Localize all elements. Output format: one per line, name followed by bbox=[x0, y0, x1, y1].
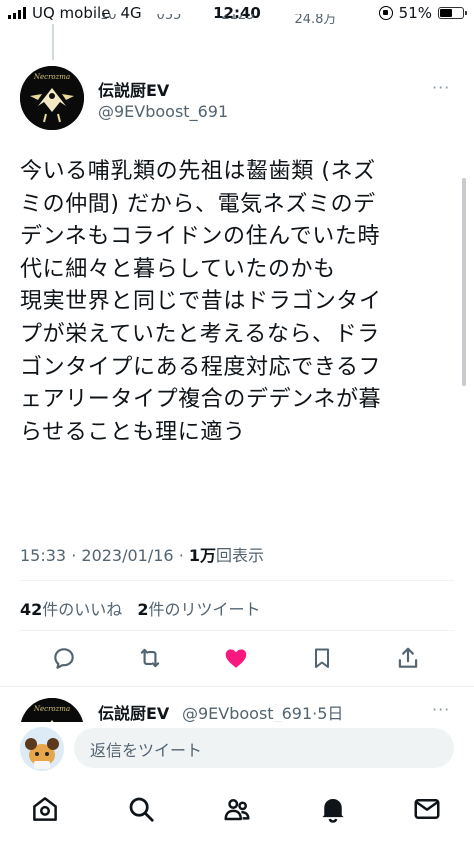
communities-tab[interactable] bbox=[222, 794, 252, 824]
divider bbox=[20, 580, 454, 581]
avatar[interactable]: Necrozma bbox=[20, 66, 84, 130]
prev-like-count: 2125 bbox=[221, 14, 255, 23]
retweets-stat[interactable]: 2件のリツイート bbox=[137, 600, 260, 619]
share-icon bbox=[398, 647, 418, 668]
tweet-date: 2023/01/16 bbox=[81, 546, 174, 565]
user-handle[interactable]: @9EVboost_691 bbox=[98, 102, 228, 121]
reply-display-name[interactable]: 伝説厨EV bbox=[98, 700, 169, 724]
previous-tweet-stats: 10 055 2125 24.8万 bbox=[100, 14, 460, 28]
view-count: 1万 bbox=[188, 546, 217, 565]
retweet-button[interactable] bbox=[132, 640, 168, 676]
tweet-metadata: 15:33 · 2023/01/16 · 1万回表示 bbox=[20, 542, 264, 566]
bookmark-icon bbox=[315, 648, 329, 668]
reply-placeholder: 返信をツイート bbox=[90, 741, 203, 760]
more-options-icon[interactable]: ··· bbox=[432, 78, 450, 97]
messages-tab[interactable] bbox=[412, 794, 442, 824]
like-button[interactable] bbox=[218, 640, 254, 676]
notifications-tab[interactable] bbox=[318, 794, 348, 824]
retweets-count: 2 bbox=[137, 600, 149, 619]
svg-text:Necrozma: Necrozma bbox=[33, 705, 70, 713]
search-icon bbox=[129, 797, 154, 822]
reply-button[interactable] bbox=[46, 640, 82, 676]
likes-count: 42 bbox=[20, 600, 43, 619]
share-button[interactable] bbox=[390, 640, 426, 676]
retweets-label: 件のリツイート bbox=[148, 600, 261, 619]
my-avatar[interactable] bbox=[20, 727, 64, 771]
thread-connector-line bbox=[52, 24, 54, 60]
scrollbar[interactable] bbox=[462, 178, 466, 386]
home-icon bbox=[33, 797, 57, 821]
prev-retweet-count: 055 bbox=[156, 14, 182, 23]
tweet-time: 15:33 bbox=[20, 546, 67, 565]
engagement-counts: 42件のいいね 2件のリツイート bbox=[20, 596, 261, 620]
likes-stat[interactable]: 42件のいいね bbox=[20, 600, 122, 619]
bookmark-button[interactable] bbox=[304, 640, 340, 676]
display-name[interactable]: 伝説厨EV bbox=[98, 77, 169, 101]
communities-icon bbox=[224, 799, 250, 821]
view-label: 回表示 bbox=[216, 546, 265, 565]
retweet-icon bbox=[140, 648, 160, 668]
prev-reply-count: 10 bbox=[100, 14, 117, 23]
prev-view-count: 24.8万 bbox=[294, 14, 337, 27]
tweet-actions bbox=[0, 640, 474, 676]
divider bbox=[20, 630, 454, 631]
reply-input[interactable]: 返信をツイート bbox=[74, 728, 454, 768]
reply-handle-time[interactable]: @9EVboost_691·5日 bbox=[182, 700, 343, 724]
heart-icon bbox=[225, 649, 247, 668]
home-tab[interactable] bbox=[30, 794, 60, 824]
separator: · bbox=[178, 546, 184, 565]
search-tab[interactable] bbox=[126, 794, 156, 824]
likes-label: 件のいいね bbox=[42, 600, 123, 619]
reply-more-options-icon[interactable]: ··· bbox=[432, 700, 450, 719]
reply-icon bbox=[54, 648, 74, 669]
divider bbox=[0, 686, 474, 687]
svg-text:Necrozma: Necrozma bbox=[33, 73, 70, 81]
separator: · bbox=[71, 546, 77, 565]
tweet-text: 今いる哺乳類の先祖は齧歯類 (ネズ ミの仲間) だから、電気ネズミのデ デンネも… bbox=[20, 159, 382, 445]
messages-icon bbox=[414, 799, 440, 819]
bottom-tab-bar bbox=[0, 784, 474, 842]
notifications-icon bbox=[322, 799, 344, 823]
